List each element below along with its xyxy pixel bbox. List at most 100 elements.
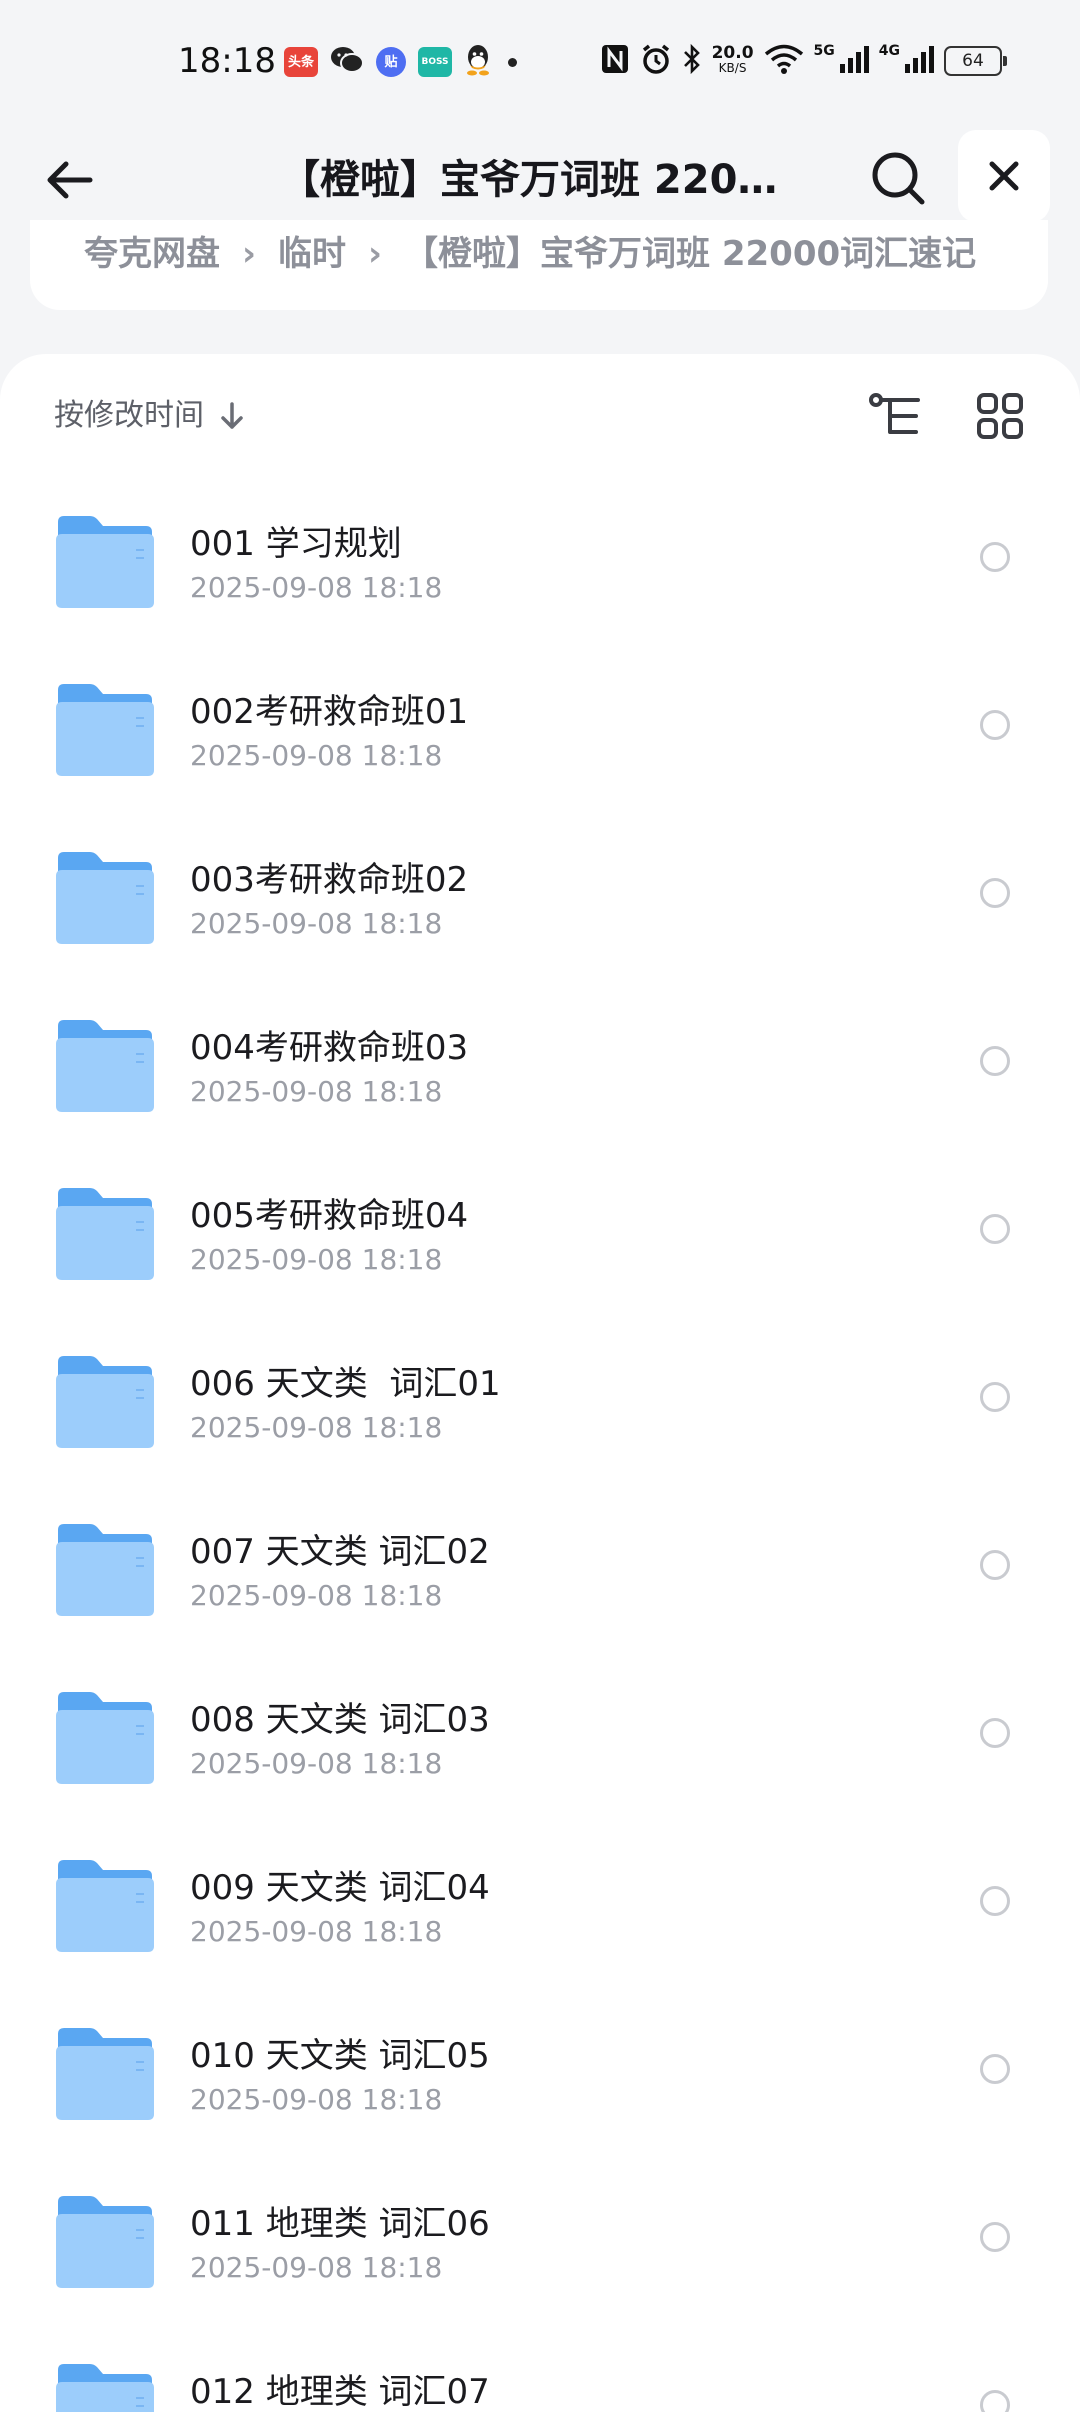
close-icon <box>989 161 1019 191</box>
folder-modified-date: 2025-09-08 18:18 <box>190 1579 443 1612</box>
folder-row[interactable]: 010 天文类 词汇05 2025-09-08 18:18 <box>0 1996 1080 2164</box>
folder-modified-date: 2025-09-08 18:18 <box>190 1411 443 1444</box>
select-checkbox[interactable] <box>980 1886 1010 1916</box>
folder-row[interactable]: 008 天文类 词汇03 2025-09-08 18:18 <box>0 1660 1080 1828</box>
toutiao-icon: 头条 <box>284 47 318 77</box>
folder-row[interactable]: 005考研救命班04 2025-09-08 18:18 <box>0 1156 1080 1324</box>
breadcrumb-path: 夸克网盘 › 临时 › 【橙啦】宝爷万词班 22000词汇速记 <box>84 234 1024 274</box>
status-time: 18:18 <box>178 41 276 81</box>
page-title: 【橙啦】宝爷万词班 2200... <box>280 157 800 203</box>
folder-icon <box>56 1692 154 1784</box>
arrow-left-icon <box>47 161 93 199</box>
select-checkbox[interactable] <box>980 710 1010 740</box>
folder-name: 011 地理类 词汇06 <box>190 2204 490 2244</box>
folder-modified-date: 2025-09-08 18:18 <box>190 739 443 772</box>
folder-modified-date: 2025-09-08 18:18 <box>190 907 443 940</box>
folder-name: 005考研救命班04 <box>190 1196 469 1236</box>
folder-icon <box>56 516 154 608</box>
breadcrumb: 夸克网盘 › 临时 › 【橙啦】宝爷万词班 22000词汇速记 <box>30 220 1048 310</box>
folder-row[interactable]: 001 学习规划 2025-09-08 18:18 <box>0 484 1080 652</box>
speed-value: 20.0 <box>711 43 754 63</box>
folder-icon <box>56 2028 154 2120</box>
status-bar: 18:18 头条 贴 BOSS 20.0 KB/S 5G 4G 64 <box>0 0 1080 120</box>
folder-name: 009 天文类 词汇04 <box>190 1868 490 1908</box>
chevron-right-icon: › <box>242 234 257 274</box>
back-button[interactable] <box>30 140 110 220</box>
network-5g-label: 5G <box>813 43 835 59</box>
folder-row[interactable]: 007 天文类 词汇02 2025-09-08 18:18 <box>0 1492 1080 1660</box>
select-checkbox[interactable] <box>980 1214 1010 1244</box>
more-notifications-dot <box>508 57 517 67</box>
notification-icons: 头条 贴 BOSS <box>284 44 517 80</box>
nfc-icon <box>600 43 630 79</box>
folder-row[interactable]: 002考研救命班01 2025-09-08 18:18 <box>0 652 1080 820</box>
folder-row[interactable]: 011 地理类 词汇06 2025-09-08 18:18 <box>0 2164 1080 2332</box>
folder-row[interactable]: 003考研救命班02 2025-09-08 18:18 <box>0 820 1080 988</box>
grid-icon <box>977 393 1023 439</box>
folder-name: 008 天文类 词汇03 <box>190 1700 490 1740</box>
sort-label: 按修改时间 <box>54 398 204 433</box>
tree-view-button[interactable] <box>862 386 930 446</box>
select-checkbox[interactable] <box>980 1382 1010 1412</box>
folder-name: 007 天文类 词汇02 <box>190 1532 490 1572</box>
breadcrumb-item-root[interactable]: 夸克网盘 <box>84 234 220 274</box>
select-checkbox[interactable] <box>980 542 1010 572</box>
system-status: 20.0 KB/S 5G 4G 64 <box>600 40 1007 82</box>
battery-icon: 64 <box>944 46 1007 76</box>
breadcrumb-fade <box>978 220 1048 310</box>
folder-name: 006 天文类 词汇01 <box>190 1364 501 1404</box>
folder-modified-date: 2025-09-08 18:18 <box>190 2251 443 2284</box>
chevron-right-icon: › <box>368 234 383 274</box>
search-button[interactable] <box>856 136 940 220</box>
alarm-icon <box>640 43 672 79</box>
folder-row[interactable]: 004考研救命班03 2025-09-08 18:18 <box>0 988 1080 1156</box>
folder-name: 010 天文类 词汇05 <box>190 2036 490 2076</box>
select-checkbox[interactable] <box>980 2390 1010 2412</box>
folder-icon <box>56 852 154 944</box>
select-checkbox[interactable] <box>980 878 1010 908</box>
folder-name: 004考研救命班03 <box>190 1028 469 1068</box>
file-panel: 按修改时间 001 学习规划 2025-09-08 18:18 002考研救命班… <box>0 354 1080 2412</box>
folder-icon <box>56 1524 154 1616</box>
folder-modified-date: 2025-09-08 18:18 <box>190 2083 443 2116</box>
signal-4g-icon <box>904 44 934 78</box>
folder-name: 002考研救命班01 <box>190 692 469 732</box>
network-4g-label: 4G <box>878 43 900 59</box>
folder-modified-date: 2025-09-08 18:18 <box>190 1075 443 1108</box>
select-checkbox[interactable] <box>980 2054 1010 2084</box>
select-checkbox[interactable] <box>980 1550 1010 1580</box>
qq-icon <box>464 44 492 80</box>
arrow-down-icon <box>221 402 243 429</box>
signal-5g-icon <box>839 44 869 78</box>
speed-unit: KB/S <box>718 61 747 75</box>
folder-name: 012 地理类 词汇07 <box>190 2372 490 2412</box>
folder-icon <box>56 684 154 776</box>
tree-structure-icon <box>869 393 920 434</box>
sort-bar: 按修改时间 <box>0 354 1080 474</box>
folder-icon <box>56 2364 154 2412</box>
boss-icon: BOSS <box>418 47 452 77</box>
bluetooth-icon <box>682 43 702 79</box>
select-checkbox[interactable] <box>980 1046 1010 1076</box>
folder-row[interactable]: 009 天文类 词汇04 2025-09-08 18:18 <box>0 1828 1080 1996</box>
select-checkbox[interactable] <box>980 2222 1010 2252</box>
sort-button[interactable]: 按修改时间 <box>54 392 246 440</box>
breadcrumb-item-current[interactable]: 【橙啦】宝爷万词班 22000词汇速记 <box>404 234 976 274</box>
select-checkbox[interactable] <box>980 1718 1010 1748</box>
folder-name: 001 学习规划 <box>190 524 402 564</box>
breadcrumb-item-temp[interactable]: 临时 <box>278 234 346 274</box>
tieba-icon: 贴 <box>376 47 406 77</box>
folder-icon <box>56 1188 154 1280</box>
folder-modified-date: 2025-09-08 18:18 <box>190 1747 443 1780</box>
grid-view-button[interactable] <box>966 386 1034 446</box>
file-list: 001 学习规划 2025-09-08 18:18 002考研救命班01 202… <box>0 484 1080 2412</box>
folder-modified-date: 2025-09-08 18:18 <box>190 571 443 604</box>
folder-icon <box>56 1860 154 1952</box>
close-button[interactable] <box>958 130 1050 222</box>
folder-icon <box>56 2196 154 2288</box>
search-icon <box>872 152 925 205</box>
battery-level: 64 <box>962 51 984 71</box>
folder-row[interactable]: 012 地理类 词汇07 <box>0 2332 1080 2412</box>
folder-modified-date: 2025-09-08 18:18 <box>190 1243 443 1276</box>
folder-row[interactable]: 006 天文类 词汇01 2025-09-08 18:18 <box>0 1324 1080 1492</box>
